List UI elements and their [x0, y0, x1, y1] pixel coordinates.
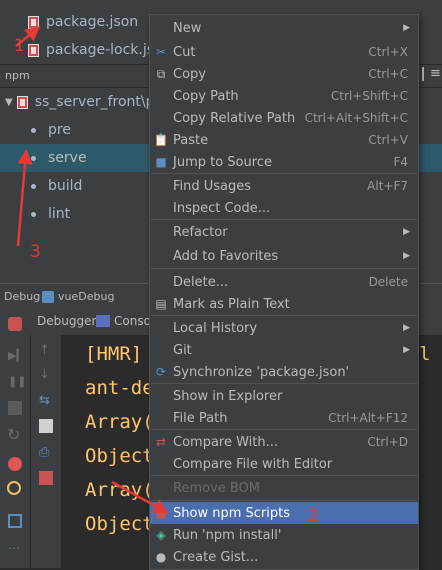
annotation-number: 2: [308, 506, 319, 526]
annotation-arrow-2: [111, 480, 169, 514]
annotation-arrow-3: [16, 149, 33, 247]
annotation-number: 3: [30, 242, 41, 262]
annotation-overlay: [15, 26, 169, 514]
annotation-number: 1: [14, 36, 25, 56]
